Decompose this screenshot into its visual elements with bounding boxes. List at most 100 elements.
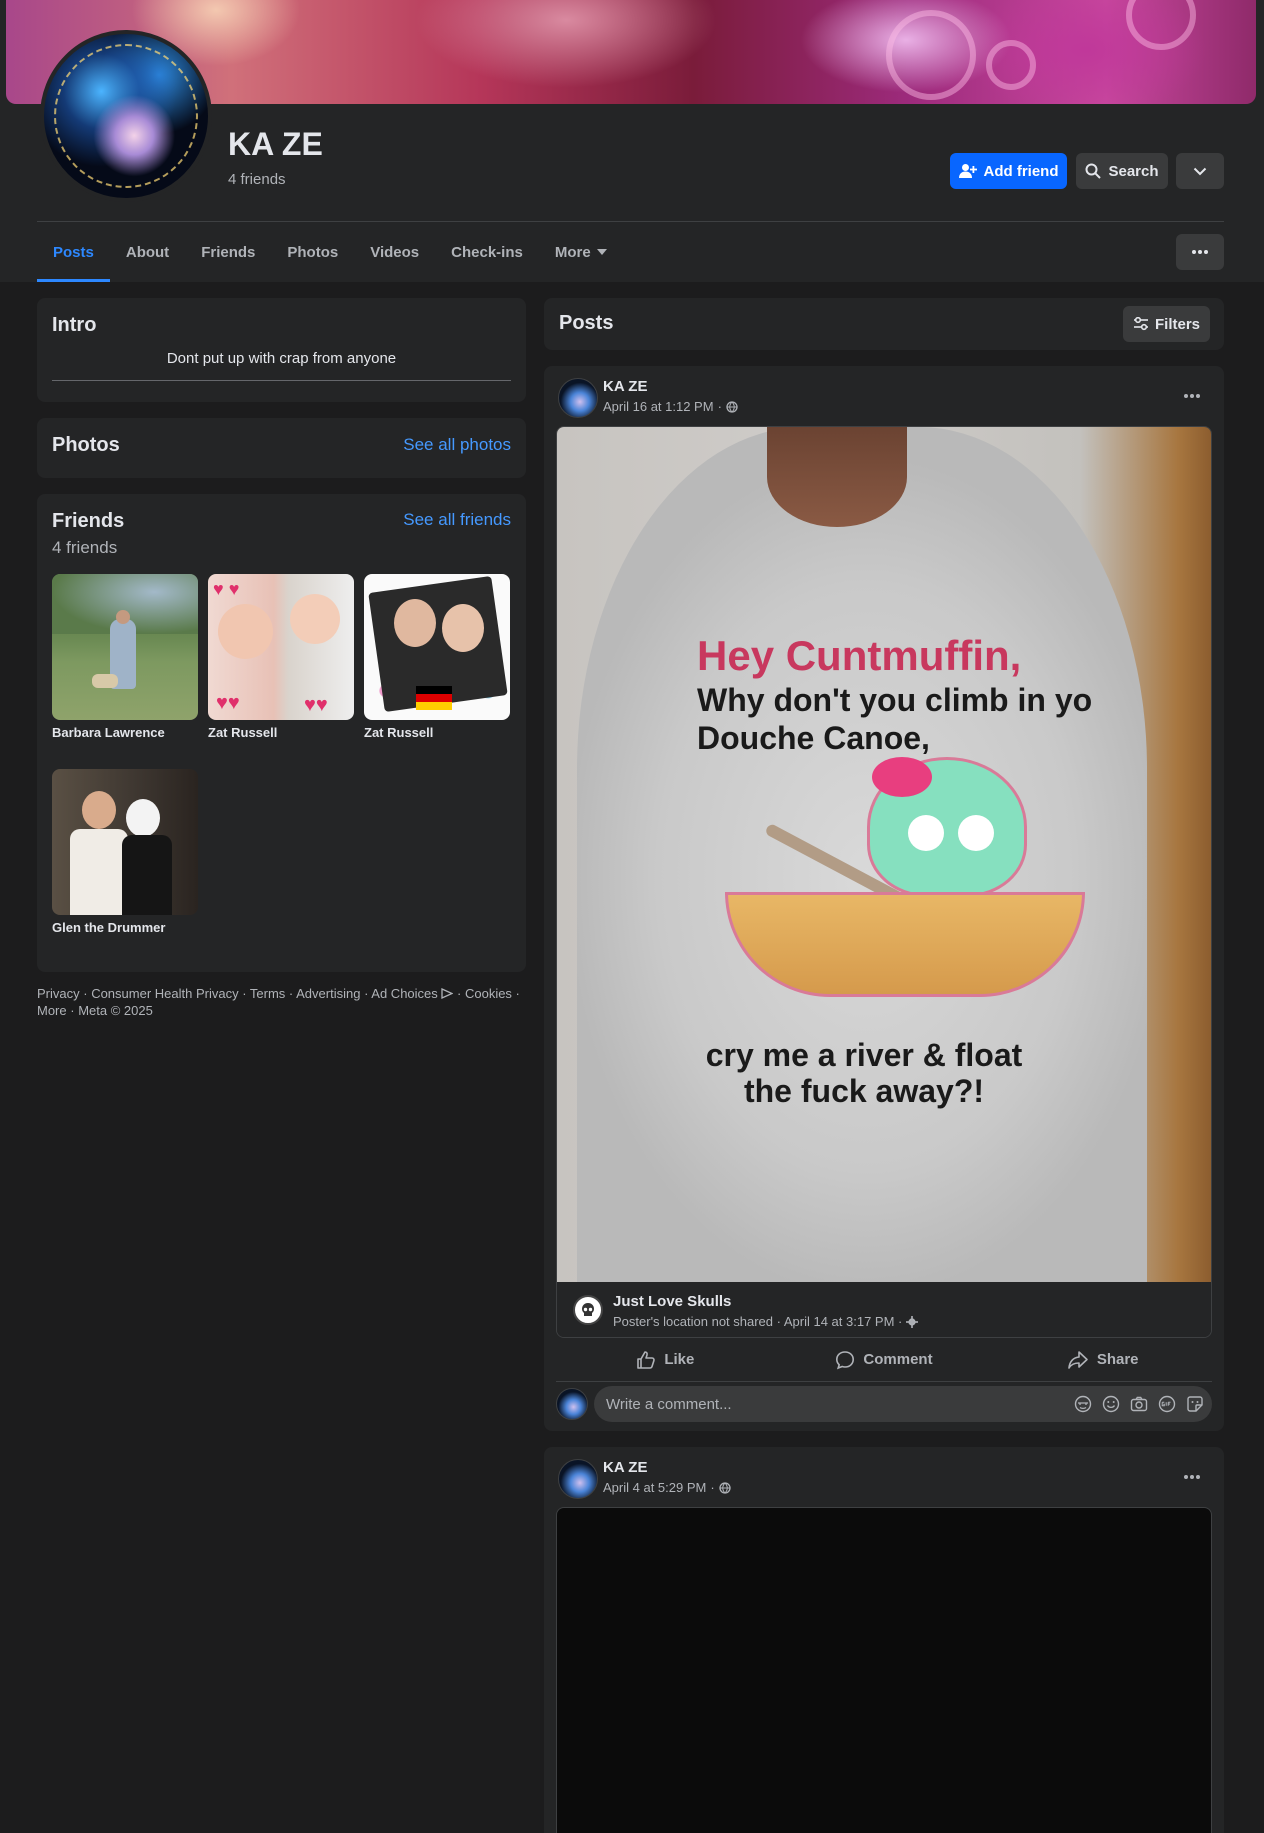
footer-link-ad-choices[interactable]: Ad Choices [371, 986, 437, 1001]
profile-tabs: Posts About Friends Photos Videos Check-… [37, 222, 623, 282]
friend-name[interactable]: Glen the Drummer [52, 920, 198, 935]
friend-tile[interactable]: Zat Russell [364, 574, 510, 740]
post-options-button[interactable] [1174, 1465, 1210, 1489]
skull-icon [582, 1303, 594, 1316]
friend-name[interactable]: Zat Russell [208, 725, 354, 740]
tab-posts[interactable]: Posts [37, 222, 110, 282]
post-author-avatar[interactable] [558, 1459, 598, 1499]
footer-link-more[interactable]: More [37, 1003, 67, 1018]
shirt-text-line: the fuck away?! [743, 1073, 985, 1109]
see-all-friends-link[interactable]: See all friends [403, 510, 511, 530]
intro-title: Intro [52, 314, 97, 336]
friend-name[interactable]: Zat Russell [364, 725, 510, 740]
chevron-down-icon [1193, 167, 1207, 175]
tab-about[interactable]: About [110, 222, 185, 282]
comment-box[interactable] [594, 1386, 1212, 1422]
comment-input[interactable] [606, 1395, 1046, 1413]
shared-post-meta-text: Poster's location not shared · April 14 … [613, 1314, 903, 1329]
friend-name[interactable]: Barbara Lawrence [52, 725, 198, 740]
tab-videos[interactable]: Videos [354, 222, 435, 282]
add-friend-button[interactable]: Add friend [950, 153, 1067, 189]
ad-choices-icon [441, 987, 454, 1000]
avatar-sticker-icon[interactable] [1074, 1395, 1092, 1413]
more-dots-icon [1184, 1475, 1200, 1479]
profile-options-button[interactable] [1176, 153, 1224, 189]
intro-divider [52, 380, 511, 381]
share-label: Share [1096, 1351, 1139, 1368]
shirt-text-line: Why don't you climb in yo [697, 682, 1093, 718]
comment-tools [1074, 1395, 1204, 1413]
footer-links: Privacy · Consumer Health Privacy · Term… [37, 986, 520, 1018]
intro-bio: Dont put up with crap from anyone [166, 350, 397, 367]
photos-title: Photos [52, 434, 120, 456]
more-dots-icon [1192, 250, 1208, 254]
shared-post-frame[interactable]: Hey Cuntmuffin, Why don't you climb in y… [556, 426, 1212, 1338]
post-card: KA ZE April 4 at 5:29 PM · [544, 1447, 1224, 1833]
shared-page-name[interactable]: Just Love Skulls [613, 1293, 731, 1310]
comment-label: Comment [863, 1351, 933, 1368]
post-meta: April 16 at 1:12 PM · [603, 399, 738, 414]
post-image[interactable]: Hey Cuntmuffin, Why don't you climb in y… [557, 427, 1211, 1282]
friend-photo[interactable] [52, 769, 198, 915]
search-icon [1085, 163, 1102, 179]
post-timestamp[interactable]: April 16 at 1:12 PM [603, 399, 714, 414]
tab-friends[interactable]: Friends [185, 222, 271, 282]
search-button[interactable]: Search [1076, 153, 1168, 189]
friend-tile[interactable]: ♥ ♥ ♥♥ ♥♥ Zat Russell [208, 574, 354, 740]
posts-header-card: Posts Filters [544, 298, 1224, 350]
post-actions: Like Comment Share [556, 1338, 1212, 1382]
tab-more-label: More [554, 243, 591, 261]
friends-count: 4 friends [52, 538, 118, 557]
filters-label: Filters [1154, 315, 1200, 333]
friend-photo[interactable]: ♥ ♥ ♥♥ ♥♥ [208, 574, 354, 720]
like-label: Like [664, 1351, 695, 1368]
thumbs-up-icon [637, 1350, 656, 1369]
profile-name: KA ZE [228, 126, 323, 162]
add-person-icon [958, 164, 977, 178]
like-button[interactable]: Like [556, 1338, 775, 1381]
see-all-photos-link[interactable]: See all photos [403, 435, 511, 455]
emoji-icon[interactable] [1102, 1395, 1120, 1413]
footer-link-advertising[interactable]: Advertising [296, 986, 360, 1001]
search-label: Search [1108, 162, 1159, 180]
post-timestamp[interactable]: April 4 at 5:29 PM [603, 1480, 706, 1495]
commenter-avatar[interactable] [556, 1388, 588, 1420]
friend-photo[interactable] [52, 574, 198, 720]
shared-post-footer: Just Love Skulls Poster's location not s… [557, 1282, 1211, 1337]
footer-link-consumer-health-privacy[interactable]: Consumer Health Privacy [91, 986, 238, 1001]
footer-link-terms[interactable]: Terms [250, 986, 285, 1001]
post-image[interactable] [556, 1507, 1212, 1833]
tab-check-ins[interactable]: Check-ins [435, 222, 539, 282]
friend-photo[interactable] [364, 574, 510, 720]
post-options-button[interactable] [1174, 384, 1210, 408]
profile-avatar[interactable] [40, 30, 212, 202]
sticker-icon[interactable] [1186, 1395, 1204, 1413]
photos-card: Photos See all photos [37, 418, 526, 478]
shared-post-meta: Poster's location not shared · April 14 … [613, 1314, 919, 1329]
camera-icon[interactable] [1130, 1395, 1148, 1413]
friend-tile[interactable]: Glen the Drummer [52, 769, 198, 935]
tab-photos[interactable]: Photos [271, 222, 354, 282]
posts-title: Posts [559, 312, 614, 334]
post-author-name[interactable]: KA ZE [603, 1459, 647, 1476]
gif-icon[interactable] [1158, 1395, 1176, 1413]
skull-page-avatar[interactable] [573, 1295, 603, 1325]
footer-copyright: Meta © 2025 [78, 1003, 153, 1018]
footer-link-privacy[interactable]: Privacy [37, 986, 80, 1001]
comment-button[interactable]: Comment [775, 1338, 994, 1381]
post-author-name[interactable]: KA ZE [603, 378, 647, 395]
filters-button[interactable]: Filters [1123, 306, 1210, 342]
globe-icon [719, 1481, 731, 1494]
footer-link-cookies[interactable]: Cookies [465, 986, 512, 1001]
post-card: KA ZE April 16 at 1:12 PM · Hey Cuntmuff… [544, 366, 1224, 1431]
post-author-avatar[interactable] [558, 378, 598, 418]
friends-title: Friends [52, 510, 125, 532]
filters-icon [1133, 317, 1148, 331]
shirt-text-line: Douche Canoe, [697, 720, 930, 756]
friend-tile[interactable]: Barbara Lawrence [52, 574, 198, 740]
friends-card: Friends See all friends 4 friends Barbar… [37, 494, 526, 972]
tabs-more-options-button[interactable] [1176, 234, 1224, 270]
share-button[interactable]: Share [993, 1338, 1212, 1381]
profile-friends-count[interactable]: 4 friends [228, 171, 286, 188]
tab-more[interactable]: More [539, 222, 623, 282]
